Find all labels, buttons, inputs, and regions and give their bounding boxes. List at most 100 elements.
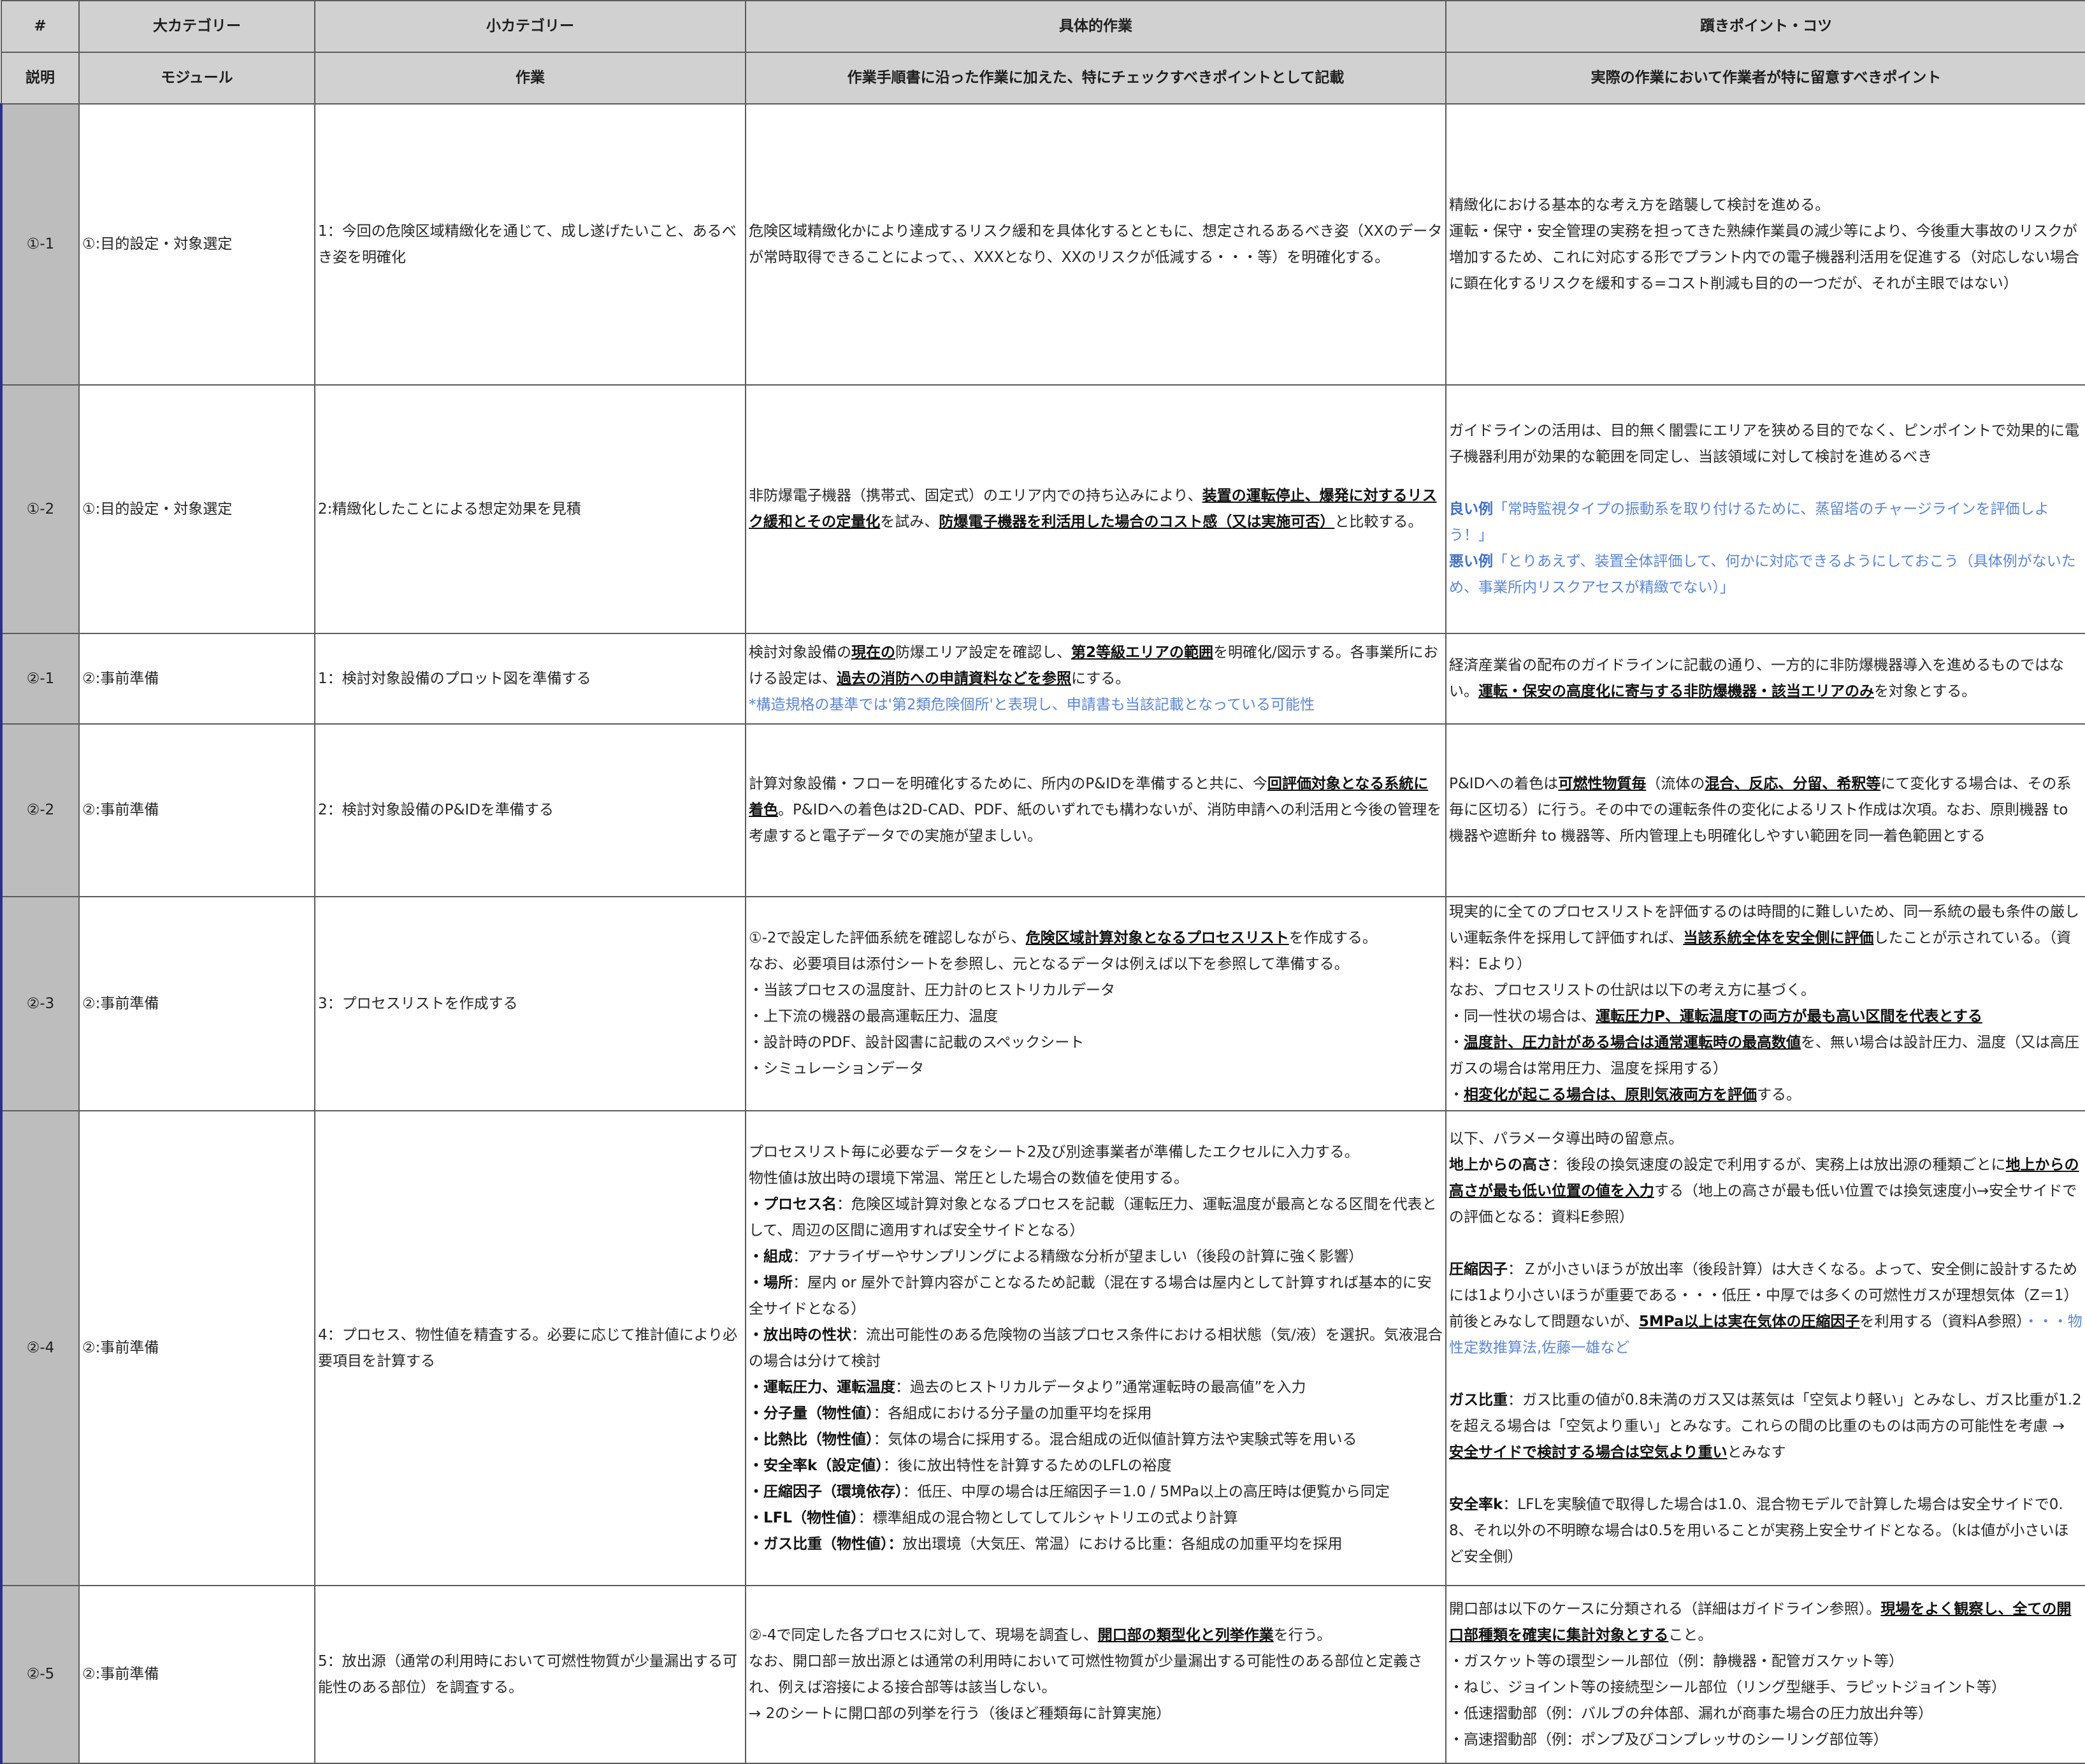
major-category-cell[interactable]: ②:事前準備 bbox=[78, 633, 315, 725]
tips-height: 地上からの高さ：後段の換気速度の設定で利用するが、実務上は放出源の種類ごとに地上… bbox=[1449, 1152, 2083, 1231]
work-cell[interactable]: ①-2で設定した評価系統を確認しながら、危険区域計算対象となるプロセスリストを作… bbox=[745, 896, 1447, 1111]
work-cell[interactable]: ②-4で同定した各プロセスに対して、現場を調査し、開口部の類型化と列挙作業を行う… bbox=[745, 1585, 1447, 1764]
work-cell[interactable]: 検討対象設備の現在の防爆エリア設定を確認し、第2等級エリアの範囲を明確化/図示す… bbox=[745, 633, 1447, 725]
param-text: ：各組成における分子量の加重平均を採用 bbox=[873, 1405, 1152, 1422]
minor-category-cell[interactable]: 3：プロセスリストを作成する bbox=[314, 896, 746, 1111]
major-category-cell[interactable]: ②:事前準備 bbox=[78, 896, 315, 1111]
explain-tips[interactable]: 実際の作業において作業者が特に留意すべきポイント bbox=[1445, 52, 2085, 105]
tips-cell[interactable]: 現実的に全てのプロセスリストを評価するのは時間的に難しいため、同一系統の最も条件… bbox=[1445, 896, 2085, 1111]
table-row: ②-5 ②:事前準備 5：放出源（通常の利用時において可燃性物質が少量漏出する可… bbox=[0, 1585, 2085, 1764]
work-cell[interactable]: 非防爆電子機器（携帯式、固定式）のエリア内での持ち込みにより、装置の運転停止、爆… bbox=[745, 384, 1447, 634]
tips-label: 地上からの高さ bbox=[1449, 1157, 1552, 1173]
param-text: ：過去のヒストリカルデータより”通常運転時の最高値”を入力 bbox=[895, 1378, 1306, 1396]
tips-safety-factor: 安全率k：LFLを実験値で取得した場合は1.0、混合物モデルで計算した場合は安全… bbox=[1449, 1492, 2083, 1570]
work-text: 検討対象設備の現在の防爆エリア設定を確認し、第2等級エリアの範囲を明確化/図示す… bbox=[749, 640, 1443, 692]
row-number[interactable]: ①-1 bbox=[0, 103, 80, 386]
param-label: ・圧縮因子（環境依存） bbox=[749, 1483, 903, 1500]
good-example-label: 良い例 bbox=[1449, 500, 1493, 517]
row-number[interactable]: ②-4 bbox=[0, 1110, 80, 1586]
work-cell[interactable]: 危険区域精緻化かにより達成するリスク緩和を具体化するとともに、想定されるあるべき… bbox=[745, 103, 1447, 386]
major-category-cell[interactable]: ①:目的設定・対象選定 bbox=[78, 103, 315, 386]
tips-line: ・低速摺動部（例：バルブの弁体部、漏れが商事た場合の圧力放出弁等） bbox=[1449, 1705, 1933, 1722]
table-row: ②-4 ②:事前準備 4：プロセス、物性値を精査する。必要に応じて推計値により必… bbox=[0, 1110, 2085, 1586]
emphasis-run: 可燃性物質毎 bbox=[1558, 776, 1647, 792]
work-cell[interactable]: 計算対象設備・フローを明確化するために、所内のP&IDを準備すると共に、今回評価… bbox=[745, 723, 1447, 897]
emphasis-run: 現在の bbox=[851, 644, 895, 661]
text-run: 検討対象設備の bbox=[749, 644, 851, 661]
work-text: ①-2で設定した評価系統を確認しながら、危険区域計算対象となるプロセスリストを作… bbox=[749, 925, 1443, 951]
major-category-cell[interactable]: ②:事前準備 bbox=[78, 723, 315, 897]
major-category-cell[interactable]: ②:事前準備 bbox=[78, 1110, 315, 1586]
text-run: （流体の bbox=[1646, 776, 1705, 792]
minor-category-cell[interactable]: 4：プロセス、物性値を精査する。必要に応じて推計値により必要項目を計算する bbox=[314, 1110, 746, 1586]
emphasis-run: 安全サイドで検討する場合は空気より重い bbox=[1449, 1444, 1728, 1461]
row-number[interactable]: ②-3 bbox=[0, 896, 80, 1111]
emphasis-run: 危険区域計算対象となるプロセスリスト bbox=[1025, 930, 1289, 946]
text-run: 非防爆電子機器（携帯式、固定式）のエリア内での持ち込みにより、 bbox=[749, 488, 1202, 504]
header-major-category[interactable]: 大カテゴリー bbox=[78, 0, 315, 53]
work-text: 計算対象設備・フローを明確化するために、所内のP&IDを準備すると共に、今回評価… bbox=[749, 771, 1443, 849]
work-line: ・当該プロセスの温度計、圧力計のヒストリカルデータ bbox=[749, 982, 1115, 999]
text-run: ・ bbox=[1449, 1034, 1464, 1051]
tips-cell[interactable]: ガイドラインの活用は、目的無く闇雲にエリアを狭める目的でなく、ピンポイントで効果… bbox=[1445, 384, 2085, 634]
tips-label: ガス比重 bbox=[1449, 1392, 1508, 1408]
param-label: ・組成 bbox=[749, 1248, 793, 1265]
row-number[interactable]: ①-2 bbox=[0, 384, 80, 634]
table-row: ①-1 ①:目的設定・対象選定 1：今回の危険区域精緻化を通じて、成し遂げたいこ… bbox=[0, 103, 2085, 386]
emphasis-run: 過去の消防への申請資料などを参照 bbox=[837, 670, 1071, 687]
tips-text: 経済産業省の配布のガイドラインに記載の通り、一方的に非防爆機器導入を進めるもので… bbox=[1449, 653, 2083, 705]
explain-num[interactable]: 説明 bbox=[1, 52, 80, 105]
good-example: 良い例「常時監視タイプの振動系を取り付けるために、蒸留塔のチャージラインを評価し… bbox=[1449, 496, 2083, 549]
emphasis-run: 防爆電子機器を利活用した場合のコスト感（又は実施可否） bbox=[939, 514, 1335, 530]
tips-cell[interactable]: P&IDへの着色は可燃性物質毎（流体の混合、反応、分留、希釈等にて変化する場合は… bbox=[1445, 723, 2085, 897]
work-line: ・上下流の機器の最高運転圧力、温度 bbox=[749, 1008, 998, 1025]
table-row: ②-3 ②:事前準備 3：プロセスリストを作成する ①-2で設定した評価系統を確… bbox=[0, 896, 2085, 1111]
header-minor-category[interactable]: 小カテゴリー bbox=[314, 0, 746, 53]
param-item: ・LFL（物性値）：標準組成の混合物としてしてルシャトリエの式より計算 bbox=[749, 1505, 1443, 1531]
tips-line: ・温度計、圧力計がある場合は通常運転時の最高数値を、無い場合は設計圧力、温度（又… bbox=[1449, 1030, 2083, 1082]
text-run: を試み、 bbox=[880, 514, 939, 530]
minor-category-cell[interactable]: 1：今回の危険区域精緻化を通じて、成し遂げたいこと、あるべき姿を明確化 bbox=[314, 103, 746, 386]
minor-category-cell[interactable]: 5：放出源（通常の利用時において可燃性物質が少量漏出する可能性のある部位）を調査… bbox=[314, 1585, 746, 1764]
param-item: ・プロセス名：危険区域計算対象となるプロセスを記載（運転圧力、運転温度が最高とな… bbox=[749, 1192, 1443, 1244]
explain-major[interactable]: モジュール bbox=[78, 52, 315, 105]
text-run: を対象とする。 bbox=[1874, 683, 1977, 700]
work-text: 危険区域精緻化かにより達成するリスク緩和を具体化するとともに、想定されるあるべき… bbox=[749, 222, 1443, 266]
text-run: にする。 bbox=[1071, 670, 1130, 687]
minor-category-cell[interactable]: 1：検討対象設備のプロット図を準備する bbox=[314, 633, 746, 725]
row-number[interactable]: ②-5 bbox=[0, 1585, 80, 1764]
text-run: ・ bbox=[1449, 1087, 1464, 1103]
tips-cell[interactable]: 以下、パラメータ導出時の留意点。 地上からの高さ：後段の換気速度の設定で利用する… bbox=[1445, 1110, 2085, 1586]
table-row: ②-2 ②:事前準備 2：検討対象設備のP&IDを準備する 計算対象設備・フロー… bbox=[0, 723, 2085, 897]
work-line: → 2のシートに開口部の列挙を行う（後ほど種類毎に計算実施） bbox=[749, 1705, 1171, 1722]
bad-example: 悪い例「とりあえず、装置全体評価して、何かに対応できるようにしておこう（具体例が… bbox=[1449, 549, 2083, 601]
text-run: P&IDへの着色は bbox=[1449, 776, 1559, 792]
header-tips[interactable]: 躓きポイント・コツ bbox=[1445, 0, 2085, 53]
tips-cell[interactable]: 精緻化における基本的な考え方を踏襲して検討を進める。 運転・保守・安全管理の実務… bbox=[1445, 103, 2085, 386]
row-number[interactable]: ②-1 bbox=[0, 633, 80, 725]
major-category-cell[interactable]: ②:事前準備 bbox=[78, 1585, 315, 1764]
work-line: 物性値は放出時の環境下常温、常圧とした場合の数値を使用する。 bbox=[749, 1169, 1188, 1187]
text-run: を作成する。 bbox=[1288, 930, 1377, 946]
header-specific-work[interactable]: 具体的作業 bbox=[745, 0, 1447, 53]
tips-cell[interactable]: 経済産業省の配布のガイドラインに記載の通り、一方的に非防爆機器導入を進めるもので… bbox=[1445, 633, 2085, 725]
param-item: ・安全率k（設定値）：後に放出特性を計算するためのLFLの裕度 bbox=[749, 1453, 1443, 1479]
text-run: ②-4で同定した各プロセスに対して、現場を調査し、 bbox=[749, 1626, 1098, 1644]
explain-work[interactable]: 作業手順書に沿った作業に加えた、特にチェックすべきポイントとして記載 bbox=[745, 52, 1447, 105]
work-cell[interactable]: プロセスリスト毎に必要なデータをシート2及び別途事業者が準備したエクセルに入力す… bbox=[745, 1110, 1447, 1586]
major-category-cell[interactable]: ①:目的設定・対象選定 bbox=[78, 384, 315, 634]
header-num[interactable]: # bbox=[1, 0, 80, 53]
tips-cell[interactable]: 開口部は以下のケースに分類される（詳細はガイドライン参照）。現場をよく観察し、全… bbox=[1445, 1585, 2085, 1764]
emphasis-run: 開口部の類型化と列挙作業 bbox=[1097, 1626, 1274, 1644]
text-run: 。P&IDへの着色は2D-CAD、PDF、紙のいずれでも構わないが、消防申請への… bbox=[749, 802, 1442, 844]
param-item: ・分子量（物性値）：各組成における分子量の加重平均を採用 bbox=[749, 1401, 1443, 1427]
tips-line: ・ねじ、ジョイント等の接続型シール部位（リング型継手、ラピットジョイント等） bbox=[1449, 1679, 2006, 1696]
row-number[interactable]: ②-2 bbox=[0, 723, 80, 897]
minor-category-cell[interactable]: 2:精緻化したことによる想定効果を見積 bbox=[314, 384, 746, 634]
text-run: ：ガス比重の値が0.8未満のガス又は蒸気は「空気より軽い」とみなし、ガス比重が1… bbox=[1449, 1392, 2082, 1435]
text-run: と比較する。 bbox=[1334, 514, 1423, 530]
tips-text: P&IDへの着色は可燃性物質毎（流体の混合、反応、分留、希釈等にて変化する場合は… bbox=[1449, 771, 2083, 849]
minor-category-cell[interactable]: 2：検討対象設備のP&IDを準備する bbox=[314, 723, 746, 897]
explain-minor[interactable]: 作業 bbox=[314, 52, 746, 105]
